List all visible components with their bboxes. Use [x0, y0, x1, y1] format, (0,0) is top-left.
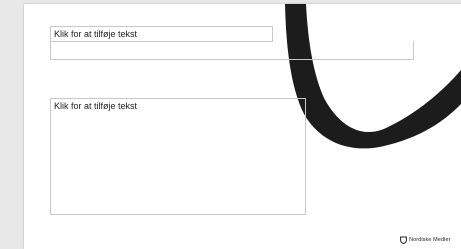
brand-logo: Nordiske Medier: [400, 236, 451, 244]
slide-canvas[interactable]: Klik for at tilføje tekst Klik for at ti…: [24, 4, 461, 249]
body-placeholder[interactable]: Klik for at tilføje tekst: [50, 98, 306, 215]
nordiske-medier-logo-icon: [400, 236, 407, 244]
brand-text: Nordiske Medier: [409, 237, 451, 243]
subtitle-placeholder[interactable]: [50, 41, 414, 60]
title-placeholder[interactable]: Klik for at tilføje tekst: [50, 26, 273, 42]
